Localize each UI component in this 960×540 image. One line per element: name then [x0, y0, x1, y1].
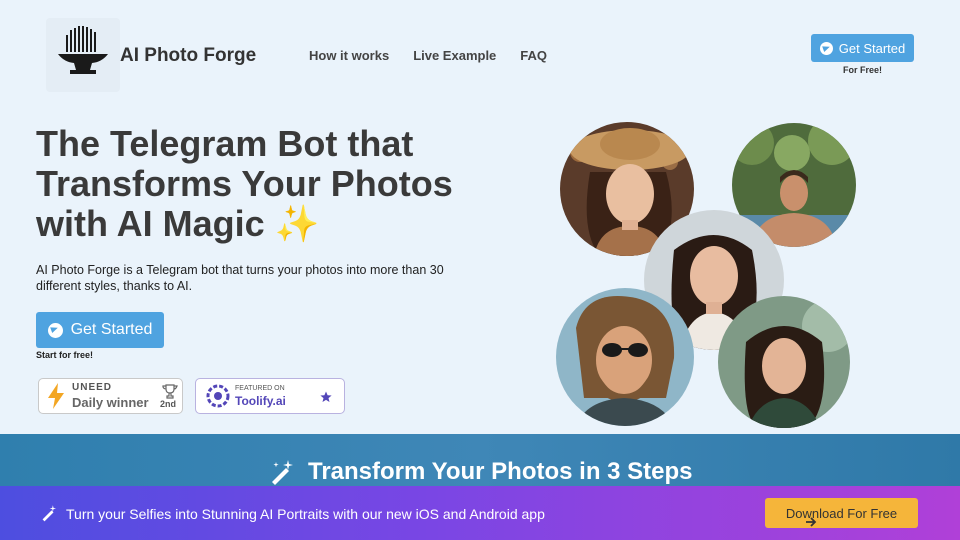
site-header: AI Photo Forge How it works Live Example… [0, 0, 960, 110]
header-cta-label: Get Started [838, 40, 906, 56]
nav-how-it-works[interactable]: How it works [309, 48, 389, 63]
toolify-logo-icon [206, 384, 230, 408]
header-cta-subtext: For Free! [842, 65, 882, 75]
portrait-woman-green [718, 296, 850, 428]
steps-section: Transform Your Photos in 3 Steps [0, 434, 960, 488]
main-nav: How it works Live Example FAQ [309, 48, 547, 63]
anvil-logo-icon [58, 26, 108, 74]
toolify-featured-label: FEATURED ON [235, 385, 285, 392]
toolify-label: Toolify.ai [235, 394, 286, 408]
magic-wand-icon [272, 460, 293, 485]
telegram-icon [819, 41, 833, 55]
uneed-label: Daily winner [72, 395, 149, 410]
portrait-collage [556, 122, 856, 434]
steps-title: Transform Your Photos in 3 Steps [308, 458, 693, 485]
promo-text: Turn your Selfies into Stunning AI Portr… [66, 506, 545, 522]
magic-wand-icon [42, 505, 57, 522]
hero-cta-label: Get Started [70, 321, 153, 338]
app-promo-bar: Turn your Selfies into Stunning AI Portr… [0, 486, 960, 540]
hero-description: AI Photo Forge is a Telegram bot that tu… [36, 263, 444, 293]
uneed-rank: 2nd [160, 399, 177, 409]
trophy-icon [162, 384, 178, 399]
header-get-started-button[interactable]: Get Started [811, 34, 914, 62]
arrow-right-icon [806, 517, 817, 527]
nav-live-example[interactable]: Live Example [413, 48, 496, 63]
hero-cta-subtext: Start for free! [36, 350, 94, 360]
download-button[interactable]: Download For Free [765, 498, 918, 528]
telegram-icon [47, 322, 63, 338]
logo[interactable] [46, 18, 120, 92]
star-icon [320, 391, 332, 402]
uneed-badge[interactable]: UNEED Daily winner 2nd [38, 378, 183, 414]
brand-name[interactable]: AI Photo Forge [120, 45, 256, 67]
download-label: Download For Free [785, 505, 898, 521]
hero-get-started-button[interactable]: Get Started [36, 312, 164, 348]
lightning-icon [48, 383, 64, 409]
toolify-badge[interactable]: FEATURED ON Toolify.ai [195, 378, 345, 414]
portrait-man-sunglasses [556, 288, 694, 426]
hero-title: The Telegram Bot that Transforms Your Ph… [36, 123, 453, 244]
nav-faq[interactable]: FAQ [520, 48, 547, 63]
uneed-brand: UNEED [72, 382, 113, 393]
